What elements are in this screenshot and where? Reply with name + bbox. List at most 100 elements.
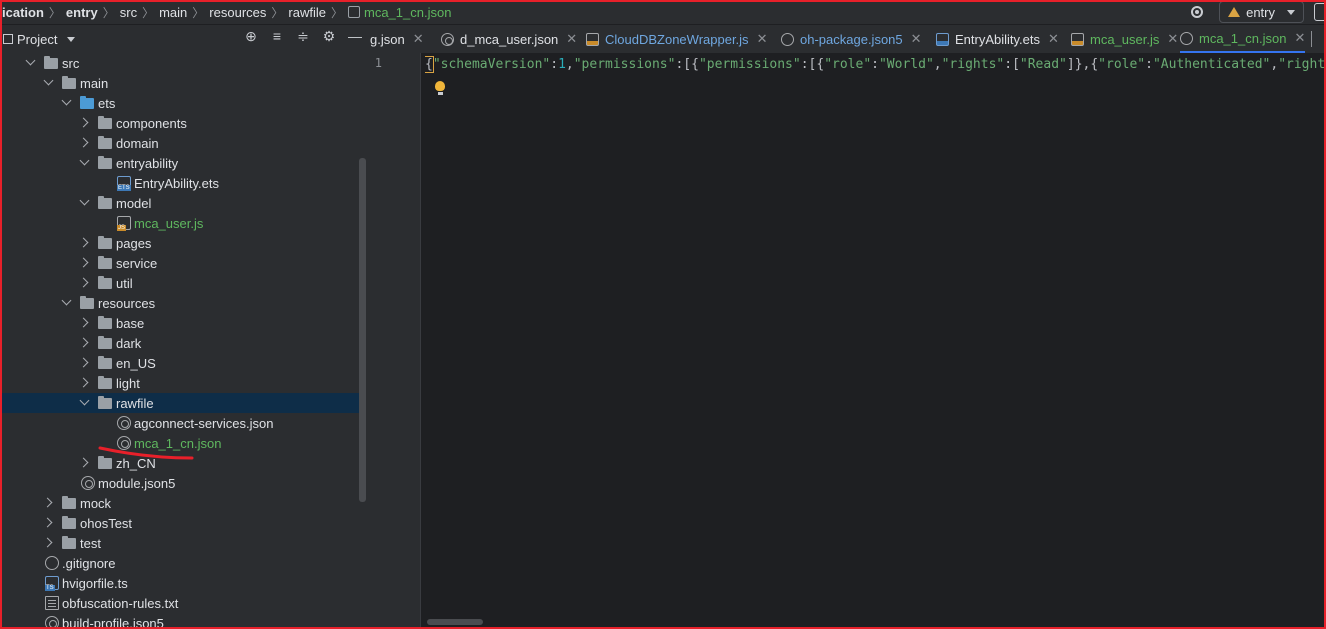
tree-item-zh-cn[interactable]: zh_CN: [0, 453, 360, 473]
tree-item-model[interactable]: model: [0, 193, 360, 213]
tab-clouddbzonewrapper-js[interactable]: CloudDBZoneWrapper.js ✕: [586, 25, 767, 53]
ets-file-icon: [117, 176, 131, 191]
tree-item-mca-user-js[interactable]: mca_user.js: [0, 213, 360, 233]
chevron-down-icon[interactable]: [67, 36, 76, 42]
run-config-label: entry: [1246, 4, 1275, 20]
tree-item-resources[interactable]: resources: [0, 293, 360, 313]
tree-item-gitignore[interactable]: .gitignore: [0, 553, 360, 573]
tree-item-hvigorfile-ts[interactable]: hvigorfile.ts: [0, 573, 360, 593]
tab-d-mca-user-json[interactable]: d_mca_user.json ✕: [441, 25, 577, 53]
tab-mca-1-cn-json[interactable]: mca_1_cn.json ✕: [1180, 25, 1306, 53]
tree-item-base[interactable]: base: [0, 313, 360, 333]
tree-item-label: dark: [116, 335, 142, 351]
tree-item-module-json5[interactable]: module.json5: [0, 473, 360, 493]
close-icon[interactable]: ✕: [757, 31, 768, 47]
gitignore-file-icon: [45, 556, 59, 570]
tree-item-util[interactable]: util: [0, 273, 360, 293]
ts-file-icon: [45, 576, 59, 591]
tree-item-pages[interactable]: pages: [0, 233, 360, 253]
close-icon[interactable]: ✕: [1167, 31, 1178, 47]
chevron-down-icon: [79, 155, 90, 166]
tree-item-label: src: [62, 55, 80, 71]
folder-icon: [98, 116, 112, 129]
tree-item-label: en_US: [116, 355, 156, 371]
close-icon[interactable]: ✕: [911, 31, 922, 47]
tab-g-json[interactable]: g.json ✕: [370, 25, 424, 53]
tree-item-mock[interactable]: mock: [0, 493, 360, 513]
chevron-right-icon: [78, 357, 89, 368]
tree-item-label: mca_user.js: [134, 215, 204, 231]
folder-icon: [98, 156, 112, 169]
run-config-selector[interactable]: entry: [1219, 1, 1304, 23]
tree-item-ets[interactable]: ets: [0, 93, 360, 113]
code-editor[interactable]: {"schemaVersion":1,"permissions":[{"perm…: [425, 53, 1326, 629]
editor-area: g.json ✕ d_mca_user.json ✕ CloudDBZoneWr…: [368, 25, 1326, 629]
hide-icon[interactable]: —: [348, 29, 362, 43]
json-file-icon: [1180, 31, 1193, 45]
tree-item-label: main: [80, 75, 109, 91]
tree-item-label: domain: [116, 135, 159, 151]
tree-item-entryability-ets[interactable]: EntryAbility.ets: [0, 173, 360, 193]
tree-item-label: obfuscation-rules.txt: [62, 595, 179, 611]
json-file-icon: [117, 416, 131, 430]
locate-icon[interactable]: [1191, 6, 1204, 18]
chevron-down-icon: [43, 75, 54, 86]
tree-item-main[interactable]: main: [0, 73, 360, 93]
chevron-right-icon: [78, 137, 89, 148]
close-icon[interactable]: ✕: [566, 31, 577, 47]
tree-item-test[interactable]: test: [0, 533, 360, 553]
code-line-1[interactable]: {"schemaVersion":1,"permissions":[{"perm…: [425, 56, 1326, 74]
close-icon[interactable]: ✕: [1294, 30, 1305, 46]
tree-item-src[interactable]: src: [0, 53, 360, 73]
tab-oh-package-json5[interactable]: oh-package.json5 ✕: [781, 25, 922, 53]
tree-item-label: agconnect-services.json: [134, 415, 274, 431]
tree-item-mca-1-cn-json[interactable]: mca_1_cn.json: [0, 433, 360, 453]
gear-icon[interactable]: ⚙: [322, 29, 336, 43]
tree-item-build-profile-json5[interactable]: build-profile.json5: [0, 613, 360, 629]
project-tree-scrollbar[interactable]: [359, 158, 366, 502]
editor-horizontal-scrollbar[interactable]: [427, 619, 483, 625]
tree-item-service[interactable]: service: [0, 253, 360, 273]
json-file-icon: [81, 476, 95, 490]
folder-icon: [98, 336, 112, 349]
breadcrumb: ication 〉 entry 〉 src 〉 main 〉 resources…: [2, 3, 451, 21]
breadcrumb-item-src[interactable]: src: [120, 5, 137, 20]
breadcrumb-item-project[interactable]: ication: [2, 5, 44, 20]
breadcrumb-item-rawfile[interactable]: rawfile: [288, 5, 326, 20]
folder-icon: [98, 276, 112, 289]
select-opened-file-icon[interactable]: ⊕: [244, 29, 258, 43]
breadcrumb-item-main[interactable]: main: [159, 5, 187, 20]
tab-label: CloudDBZoneWrapper.js: [605, 31, 749, 47]
device-icon[interactable]: [1314, 3, 1326, 21]
close-icon[interactable]: ✕: [1048, 31, 1059, 47]
close-icon[interactable]: ✕: [413, 31, 424, 47]
chevron-right-icon: 〉: [192, 5, 205, 20]
breadcrumb-item-resources[interactable]: resources: [209, 5, 266, 20]
expand-all-icon[interactable]: ≡: [270, 29, 284, 43]
collapse-all-icon[interactable]: ≑: [296, 29, 310, 43]
tab-overflow-icon[interactable]: [1311, 31, 1326, 47]
tree-item-label: EntryAbility.ets: [134, 175, 220, 191]
breadcrumb-item-file[interactable]: mca_1_cn.json: [364, 5, 451, 20]
tree-item-components[interactable]: components: [0, 113, 360, 133]
chevron-right-icon: 〉: [102, 5, 115, 20]
folder-icon: [62, 536, 76, 549]
tree-item-en-us[interactable]: en_US: [0, 353, 360, 373]
folder-icon: [44, 56, 58, 69]
breadcrumb-item-entry[interactable]: entry: [66, 5, 98, 20]
tree-item-domain[interactable]: domain: [0, 133, 360, 153]
tree-item-rawfile[interactable]: rawfile: [0, 393, 360, 413]
tree-item-dark[interactable]: dark: [0, 333, 360, 353]
tree-item-entryability[interactable]: entryability: [0, 153, 360, 173]
project-panel-title[interactable]: Project: [17, 32, 57, 47]
tree-item-label: model: [116, 195, 152, 211]
lightbulb-icon[interactable]: [435, 81, 445, 95]
tree-item-ohostest[interactable]: ohosTest: [0, 513, 360, 533]
tab-entryability-ets[interactable]: EntryAbility.ets ✕: [936, 25, 1059, 53]
chevron-down-icon: [79, 195, 90, 206]
tab-mca-user-js[interactable]: mca_user.js ✕: [1071, 25, 1178, 53]
tree-item-agconnect-services-json[interactable]: agconnect-services.json: [0, 413, 360, 433]
tree-item-light[interactable]: light: [0, 373, 360, 393]
tab-label: EntryAbility.ets: [955, 31, 1041, 47]
tree-item-obfuscation-rules-txt[interactable]: obfuscation-rules.txt: [0, 593, 360, 613]
